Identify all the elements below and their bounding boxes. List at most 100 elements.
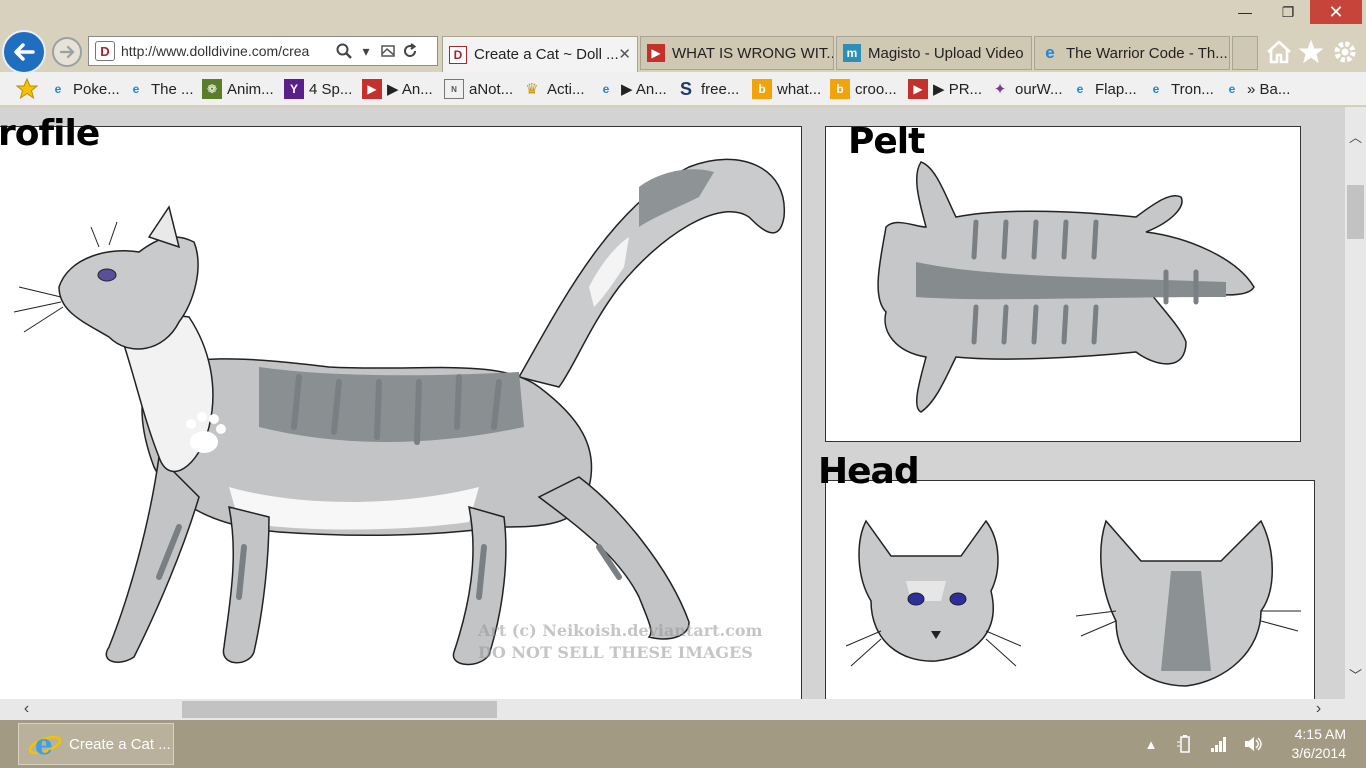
scrollbar-corner [1345,699,1366,720]
add-to-favorites-star-icon[interactable] [16,78,38,100]
clock-date: 3/6/2014 [1291,745,1347,761]
fav-link-11[interactable]: b croo... [830,78,897,100]
minimize-button[interactable]: — [1228,0,1262,24]
taskbar-ie-button[interactable]: e Create a Cat ... [18,723,174,765]
watermark-credit: Art (c) Neikoish.deviantart.com [478,621,763,640]
ie-icon: e [602,82,610,96]
tab-label: The Warrior Code - Th... [1066,44,1228,62]
fav-link-12[interactable]: ▶ ▶ PR... [908,78,982,100]
cat-pelt-illustration [877,161,1255,413]
fav-link-10[interactable]: b what... [752,78,821,100]
ie-icon: e [1228,82,1236,96]
ie-icon: e [1152,82,1160,96]
bing-icon: b [830,79,850,99]
horizontal-scrollbar[interactable]: ‹ › [0,699,1345,720]
forward-button[interactable] [52,37,82,67]
tab-magisto[interactable]: m Magisto - Upload Video [836,36,1032,70]
taskbar-ie-label: Create a Cat ... [69,735,171,753]
fav-link-5[interactable]: ▶ ▶ An... [362,78,433,100]
cat-head-front-illustration [845,519,1022,667]
compatibility-view-icon[interactable] [377,40,399,62]
refresh-icon[interactable] [399,40,421,62]
pelt-heading: Pelt [848,121,925,162]
horizontal-scroll-thumb[interactable] [182,701,497,718]
tab-label: Magisto - Upload Video [868,44,1024,62]
star-icon[interactable] [1297,38,1325,66]
profile-panel [0,126,802,699]
windows-taskbar: e Create a Cat ... ▲ 4:15 AM 3/6/2014 [0,720,1366,768]
dropdown-chevron-icon[interactable]: ▾ [355,40,377,62]
notepad-icon: N [444,79,464,99]
volume-icon[interactable] [1242,733,1264,755]
fav-link-1[interactable]: e Poke... [48,78,120,100]
back-arrow-icon [14,43,35,61]
svg-text:e: e [35,728,53,761]
scroll-left-arrow-icon[interactable]: ‹ [16,700,37,718]
scroll-up-arrow-icon[interactable]: ︿ [1345,127,1366,146]
profile-heading: rofile [0,113,100,154]
browser-title-bar: — ❐ ✕ D http://www.dolldivine.com/crea ▾… [0,0,1366,74]
back-button[interactable] [2,30,46,74]
tab-label: Create a Cat ~ Doll ... [474,46,619,63]
search-icon[interactable] [333,40,355,62]
taskbar-clock[interactable]: 4:15 AM 3/6/2014 [1262,725,1362,763]
magisto-icon: m [843,44,861,62]
head-panel [825,480,1315,699]
clock-time: 4:15 AM [1294,726,1346,742]
watermark-notice: DO NOT SELL THESE IMAGES [478,643,753,662]
tab-create-a-cat[interactable]: D Create a Cat ~ Doll ... ✕ [442,36,638,72]
fav-link-9[interactable]: Sfree... [676,78,739,100]
fav-link-6[interactable]: NaNot... [444,78,513,100]
yahoo-icon: Y [284,79,304,99]
maximize-button[interactable]: ❐ [1268,0,1308,24]
page-viewport: rofile Art (c) Neikoish.deviantart.com D… [0,107,1345,699]
fav-link-15[interactable]: e Tron... [1146,78,1214,100]
battery-icon[interactable] [1174,733,1196,755]
fav-link-14[interactable]: e Flap... [1070,78,1137,100]
tab-what-is-wrong[interactable]: ▶ WHAT IS WRONG WIT... [640,36,834,70]
s-icon: S [679,78,692,99]
new-tab-button[interactable] [1232,36,1258,70]
youtube-icon: ▶ [908,79,928,99]
bing-icon: b [752,79,772,99]
vertical-scrollbar[interactable]: ︿ ﹀ [1345,107,1366,699]
head-heading: Head [818,451,920,492]
forward-arrow-icon [59,45,75,59]
scroll-down-arrow-icon[interactable]: ﹀ [1345,665,1366,684]
home-icon[interactable] [1265,38,1293,66]
favorites-bar: e Poke... e The ... ❁ Anim... Y4 Sp... ▶ ▶ A… [0,72,1366,106]
fav-link-7[interactable]: ♛ Acti... [522,78,584,100]
tab-label: WHAT IS WRONG WIT... [672,44,834,62]
cat-profile-illustration [13,158,785,666]
close-window-button[interactable]: ✕ [1310,0,1362,24]
scroll-right-arrow-icon[interactable]: › [1308,700,1329,718]
system-tray: ▲ [1140,732,1264,756]
fav-link-4[interactable]: Y4 Sp... [284,78,352,100]
fav-link-3[interactable]: ❁ Anim... [202,78,274,100]
ie-icon: e [1045,43,1055,62]
dolldivine-icon: D [449,45,467,64]
dolldivine-favicon-icon: D [95,41,115,61]
ie-icon: e [1076,82,1084,96]
cat-head-back-illustration [1076,519,1301,687]
pelt-panel [825,126,1301,442]
gear-icon[interactable] [1331,38,1359,66]
ie-icon: e [54,82,62,96]
youtube-icon: ▶ [362,79,382,99]
vertical-scroll-thumb[interactable] [1347,185,1364,239]
site-icon: ✦ [993,81,1007,98]
fav-link-13[interactable]: ✦ ourW... [990,78,1063,100]
paw-icon: ❁ [202,79,222,99]
address-url-text[interactable]: http://www.dolldivine.com/crea [121,43,333,59]
ie-icon: e [132,82,140,96]
close-tab-icon[interactable]: ✕ [618,45,631,63]
fav-link-8[interactable]: e ▶ An... [596,78,667,100]
internet-explorer-icon: e [28,728,62,761]
signal-strength-icon[interactable] [1208,733,1230,755]
youtube-icon: ▶ [647,44,665,62]
fav-link-2[interactable]: e The ... [126,78,194,100]
tab-warrior-code[interactable]: e The Warrior Code - Th... [1034,36,1230,70]
address-bar[interactable]: D http://www.dolldivine.com/crea ▾ [88,36,438,66]
show-hidden-icons-icon[interactable]: ▲ [1140,733,1162,755]
fav-link-16[interactable]: e» Ba... [1222,78,1291,100]
